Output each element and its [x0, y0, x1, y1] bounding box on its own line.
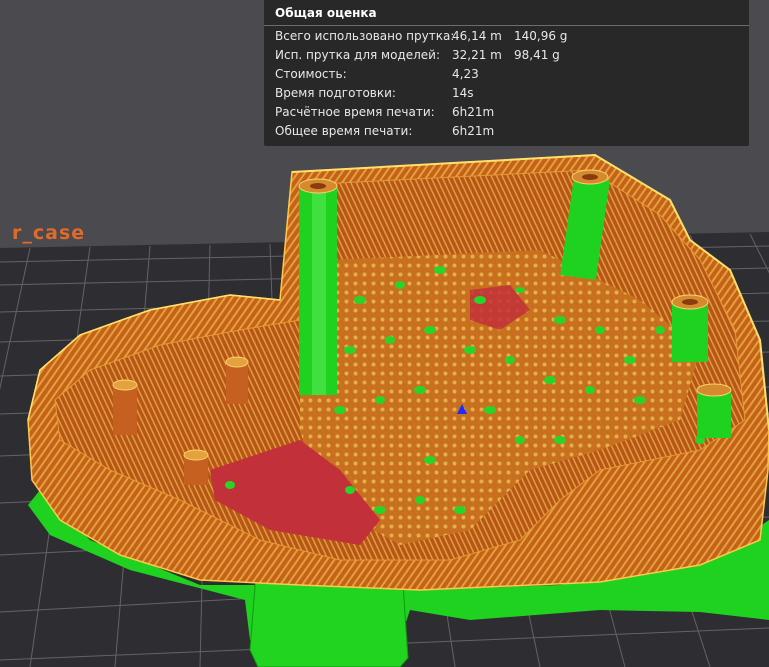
- object-name-label[interactable]: r_case: [12, 222, 85, 244]
- summary-row-label: Всего использовано прутка:: [275, 29, 455, 43]
- summary-row-label: Общее время печати:: [275, 124, 413, 138]
- summary-row-label: Время подготовки:: [275, 86, 396, 100]
- summary-row-value: 6h21m: [452, 105, 495, 119]
- summary-row-value: 46,14 m: [452, 29, 502, 43]
- summary-title: Общая оценка: [264, 0, 749, 26]
- summary-row-value: 32,21 m: [452, 48, 502, 62]
- summary-row-label: Исп. прутка для моделей:: [275, 48, 440, 62]
- summary-row-value: 4,23: [452, 67, 479, 81]
- summary-row-value: 6h21m: [452, 124, 495, 138]
- summary-row-label: Расчётное время печати:: [275, 105, 435, 119]
- summary-panel: Общая оценка Всего использовано прутка: 4…: [264, 0, 749, 146]
- summary-row-label: Стоимость:: [275, 67, 347, 81]
- summary-row-value-secondary: 98,41 g: [514, 48, 560, 62]
- summary-row-value-secondary: 140,96 g: [514, 29, 568, 43]
- summary-row-value: 14s: [452, 86, 474, 100]
